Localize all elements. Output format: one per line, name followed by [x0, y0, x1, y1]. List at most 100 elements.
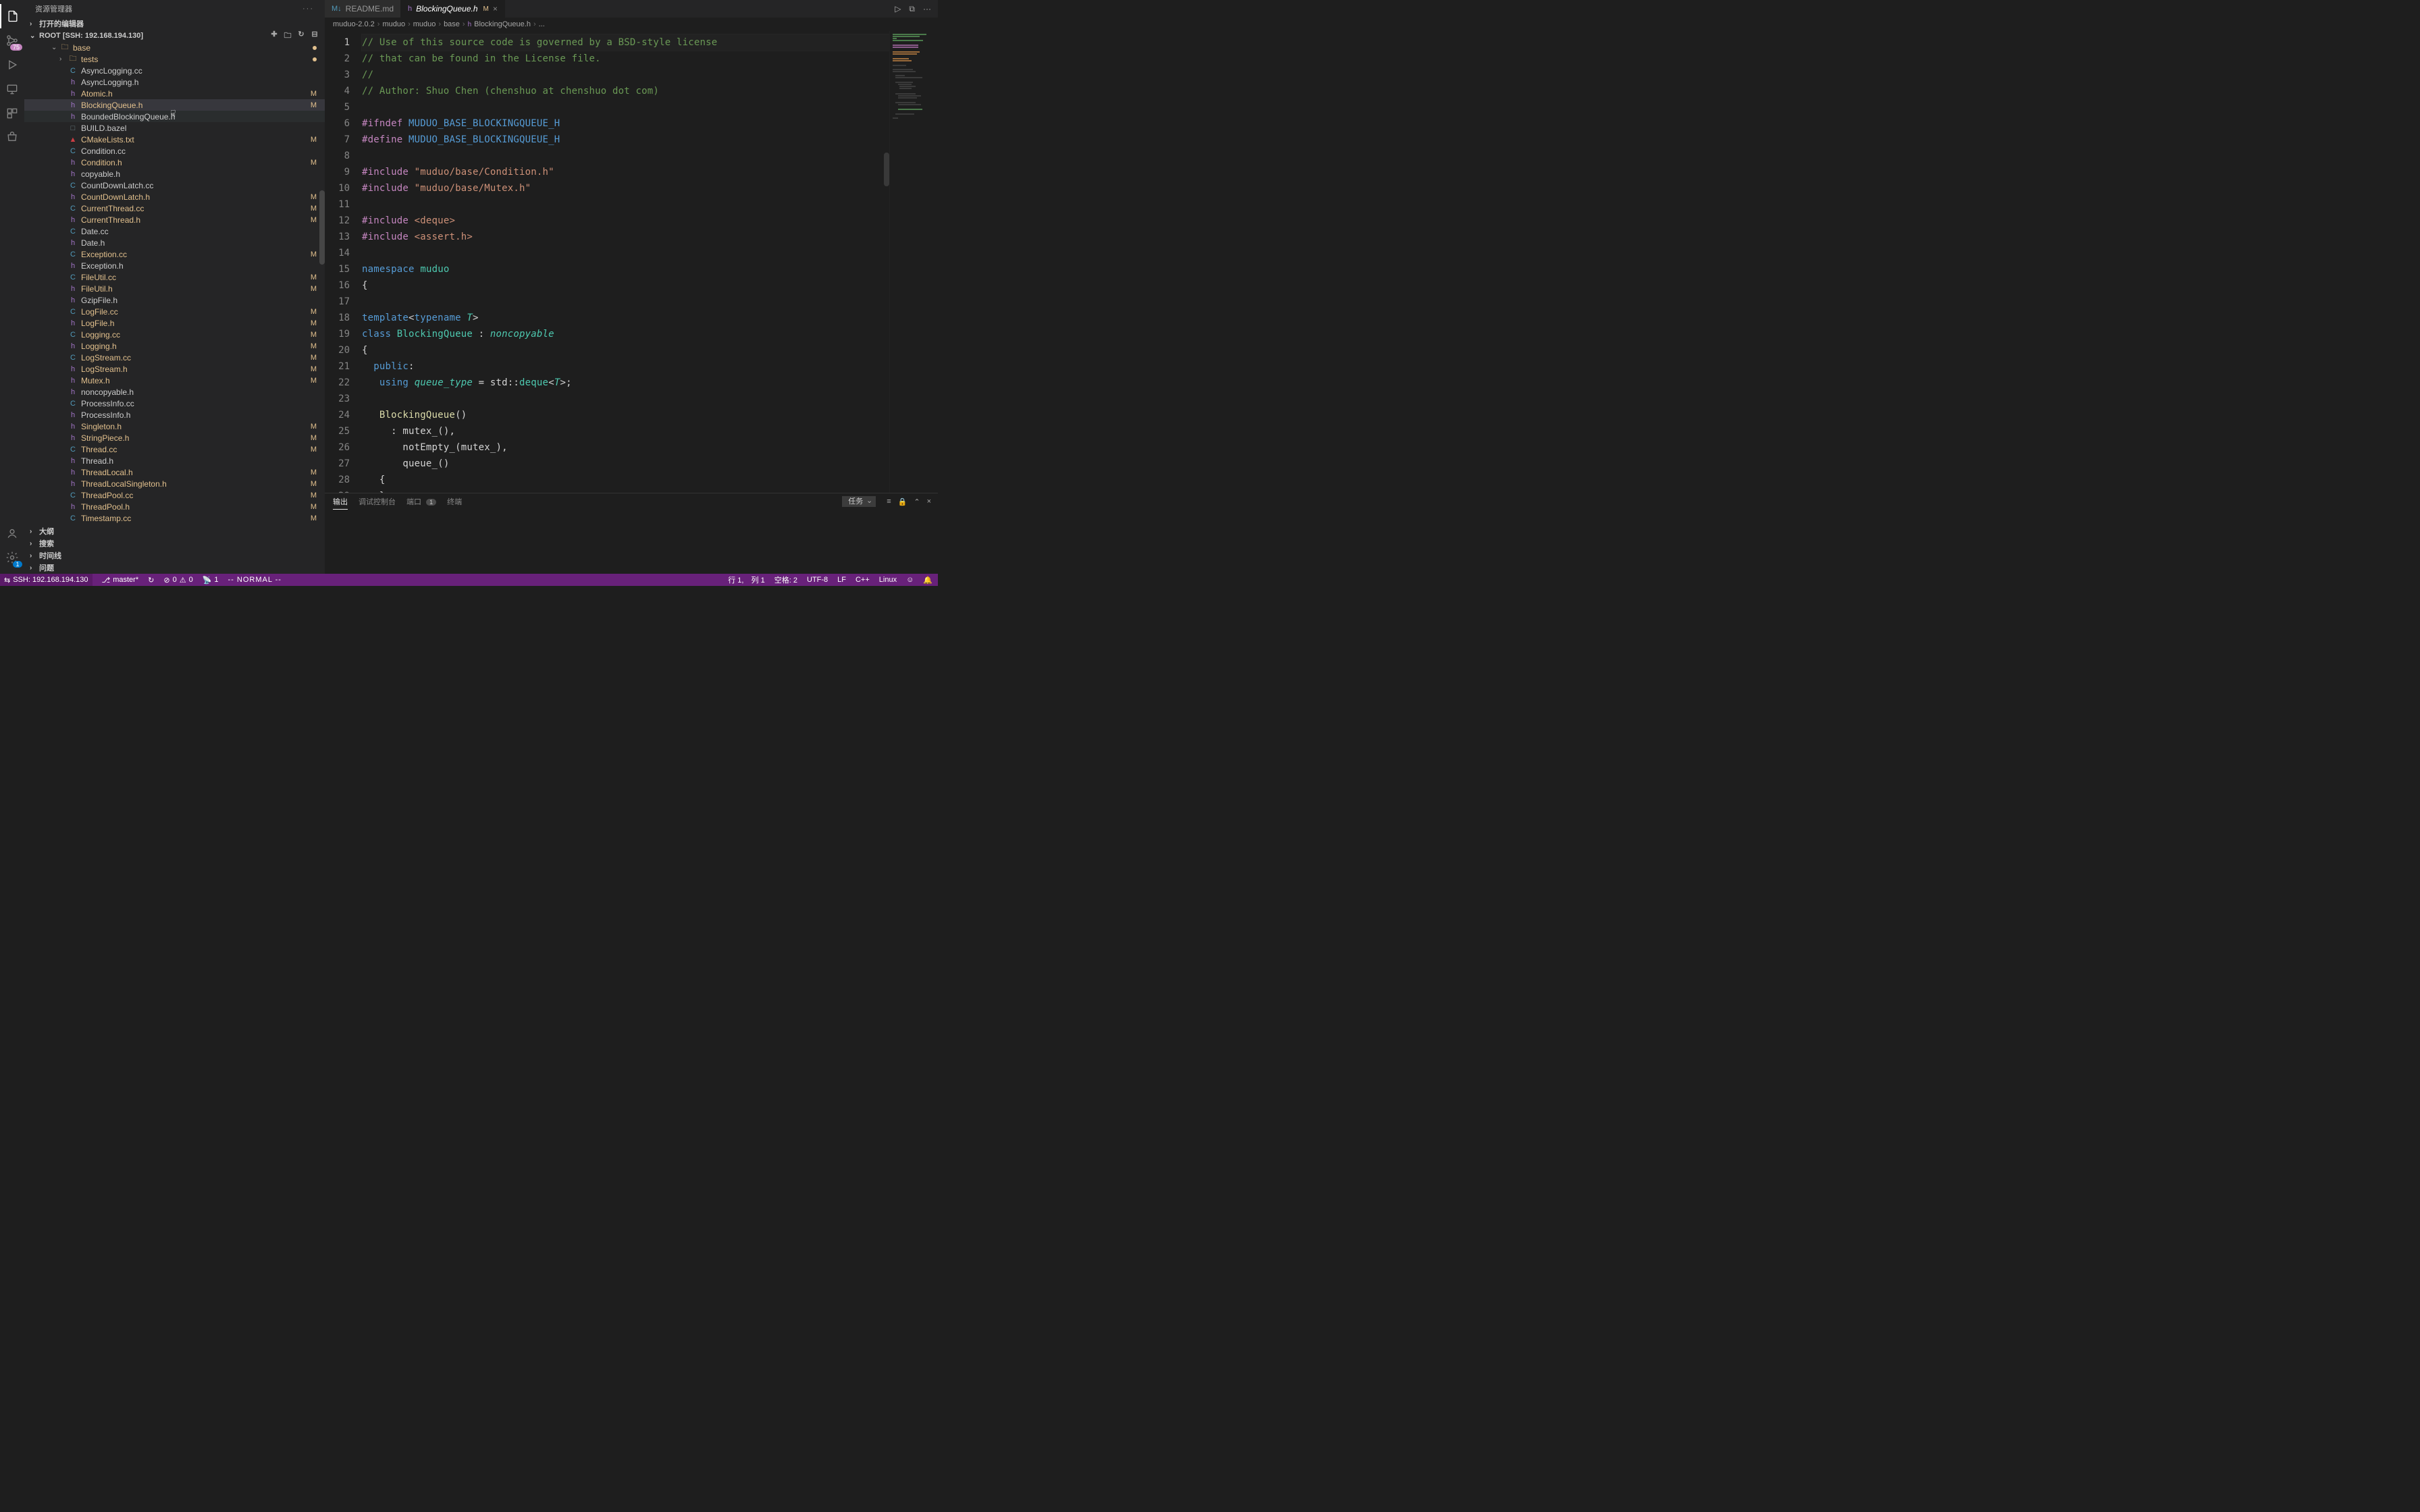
- file-item[interactable]: CDate.cc: [24, 225, 325, 237]
- refresh-icon[interactable]: ↻: [296, 30, 306, 43]
- file-item[interactable]: hAtomic.hM: [24, 88, 325, 99]
- file-item[interactable]: CProcessInfo.cc: [24, 398, 325, 409]
- panel-tab-terminal[interactable]: 终端: [447, 494, 462, 509]
- file-item[interactable]: ▲CMakeLists.txtM: [24, 134, 325, 145]
- sync-button[interactable]: ↻: [148, 576, 154, 585]
- file-item[interactable]: CFileUtil.ccM: [24, 271, 325, 283]
- file-item[interactable]: hCondition.hM: [24, 157, 325, 168]
- crumb[interactable]: muduo-2.0.2: [333, 20, 375, 28]
- remote-indicator[interactable]: ⇆ SSH: 192.168.194.130: [0, 574, 93, 586]
- file-item[interactable]: hDate.h: [24, 237, 325, 248]
- activity-run[interactable]: [0, 53, 24, 77]
- bell-icon[interactable]: 🔔: [923, 576, 932, 585]
- language-indicator[interactable]: C++: [856, 576, 870, 584]
- new-file-icon[interactable]: ✚: [269, 30, 279, 43]
- tab-blockingqueue[interactable]: h BlockingQueue.h M ×: [401, 0, 505, 18]
- outline-header[interactable]: ›大纲: [24, 525, 325, 537]
- close-icon[interactable]: ×: [927, 497, 931, 506]
- file-item[interactable]: CException.ccM: [24, 248, 325, 260]
- collapse-icon[interactable]: ⊟: [310, 30, 319, 43]
- close-icon[interactable]: ×: [493, 4, 498, 14]
- list-icon[interactable]: ≡: [887, 497, 891, 506]
- file-item[interactable]: hLogStream.hM: [24, 363, 325, 375]
- file-item[interactable]: hAsyncLogging.h: [24, 76, 325, 88]
- file-item[interactable]: hThreadPool.hM: [24, 501, 325, 512]
- file-item[interactable]: hcopyable.h: [24, 168, 325, 180]
- search-header[interactable]: ›搜索: [24, 537, 325, 549]
- crumb[interactable]: ...: [539, 20, 545, 28]
- file-item[interactable]: hGzipFile.h: [24, 294, 325, 306]
- file-item[interactable]: hStringPiece.hM: [24, 432, 325, 443]
- activity-settings[interactable]: 1: [0, 545, 24, 570]
- file-item[interactable]: hException.h: [24, 260, 325, 271]
- file-item[interactable]: hThreadLocal.hM: [24, 466, 325, 478]
- chevron-up-icon[interactable]: ⌃: [914, 497, 920, 506]
- line-col[interactable]: 行 1, 列 1: [728, 574, 764, 585]
- eol-indicator[interactable]: LF: [837, 576, 846, 584]
- new-folder-icon[interactable]: 🗀: [283, 30, 292, 43]
- code-editor[interactable]: 1234567891011121314151617181920212223242…: [325, 31, 938, 493]
- file-item[interactable]: □BUILD.bazel: [24, 122, 325, 134]
- breadcrumbs[interactable]: muduo-2.0.2› muduo› muduo› base› h Block…: [325, 18, 938, 31]
- timeline-header[interactable]: ›时间线: [24, 549, 325, 562]
- minimap[interactable]: [889, 31, 938, 493]
- file-item[interactable]: hFileUtil.hM: [24, 283, 325, 294]
- file-item[interactable]: hnoncopyable.h: [24, 386, 325, 398]
- activity-marketplace[interactable]: [0, 126, 24, 150]
- folder-tests[interactable]: › 🗀 tests: [24, 53, 325, 65]
- file-item[interactable]: hMutex.hM: [24, 375, 325, 386]
- file-item[interactable]: hThreadLocalSingleton.hM: [24, 478, 325, 489]
- file-item[interactable]: hProcessInfo.h: [24, 409, 325, 421]
- file-item[interactable]: hTimestamp.hM: [24, 524, 325, 525]
- file-item[interactable]: CLogging.ccM: [24, 329, 325, 340]
- file-item[interactable]: hBoundedBlockingQueue.h: [24, 111, 325, 122]
- file-item[interactable]: CAsyncLogging.cc: [24, 65, 325, 76]
- file-item[interactable]: hCountDownLatch.hM: [24, 191, 325, 202]
- split-icon[interactable]: ⧉: [909, 4, 915, 14]
- crumb[interactable]: base: [444, 20, 460, 28]
- crumb[interactable]: BlockingQueue.h: [474, 20, 531, 28]
- file-item[interactable]: hSingleton.hM: [24, 421, 325, 432]
- file-item[interactable]: CThread.ccM: [24, 443, 325, 455]
- activity-remote[interactable]: [0, 77, 24, 101]
- editor-scroll-thumb[interactable]: [884, 153, 889, 186]
- file-item[interactable]: hLogging.hM: [24, 340, 325, 352]
- file-item[interactable]: CCondition.cc: [24, 145, 325, 157]
- root-header[interactable]: ⌄ ROOT [SSH: 192.168.194.130] ✚ 🗀 ↻ ⊟: [24, 30, 325, 42]
- encoding-indicator[interactable]: UTF-8: [807, 576, 828, 584]
- lock-icon[interactable]: 🔒: [898, 497, 908, 506]
- folder-base[interactable]: ⌄ 🗀 base: [24, 42, 325, 53]
- sidebar-scroll-thumb[interactable]: [319, 190, 325, 265]
- file-item[interactable]: hThread.h: [24, 455, 325, 466]
- sidebar-more-icon[interactable]: ···: [302, 5, 314, 13]
- file-item[interactable]: hLogFile.hM: [24, 317, 325, 329]
- file-item[interactable]: hCurrentThread.hM: [24, 214, 325, 225]
- activity-explorer[interactable]: [0, 4, 24, 28]
- run-icon[interactable]: ▷: [895, 4, 901, 14]
- activity-account[interactable]: [0, 521, 24, 545]
- file-item[interactable]: CLogStream.ccM: [24, 352, 325, 363]
- panel-tab-output[interactable]: 输出: [333, 494, 348, 510]
- file-item[interactable]: CCurrentThread.ccM: [24, 202, 325, 214]
- more-icon[interactable]: ···: [923, 4, 931, 14]
- output-filter[interactable]: 任务: [842, 496, 876, 507]
- file-item[interactable]: CTimestamp.ccM: [24, 512, 325, 524]
- activity-extensions[interactable]: [0, 101, 24, 126]
- panel-tab-debug[interactable]: 调试控制台: [359, 494, 396, 509]
- file-item[interactable]: CCountDownLatch.cc: [24, 180, 325, 191]
- tab-readme[interactable]: M↓ README.md: [325, 0, 401, 18]
- file-item[interactable]: CThreadPool.ccM: [24, 489, 325, 501]
- file-item[interactable]: hBlockingQueue.hM: [24, 99, 325, 111]
- crumb[interactable]: muduo: [382, 20, 405, 28]
- output-filter-select[interactable]: 任务: [842, 496, 876, 507]
- indent-indicator[interactable]: 空格: 2: [774, 574, 797, 585]
- errors-indicator[interactable]: ⊘0 ⚠0: [163, 576, 192, 585]
- crumb[interactable]: muduo: [413, 20, 436, 28]
- panel-tab-ports[interactable]: 端口 1: [406, 494, 436, 509]
- code-content[interactable]: // Use of this source code is governed b…: [362, 31, 938, 493]
- open-editors-header[interactable]: › 打开的编辑器: [24, 18, 325, 30]
- activity-scm[interactable]: 75: [0, 28, 24, 53]
- file-item[interactable]: CLogFile.ccM: [24, 306, 325, 317]
- ports-indicator[interactable]: 📡1: [203, 576, 219, 585]
- branch-indicator[interactable]: ⎇ master*: [102, 576, 139, 585]
